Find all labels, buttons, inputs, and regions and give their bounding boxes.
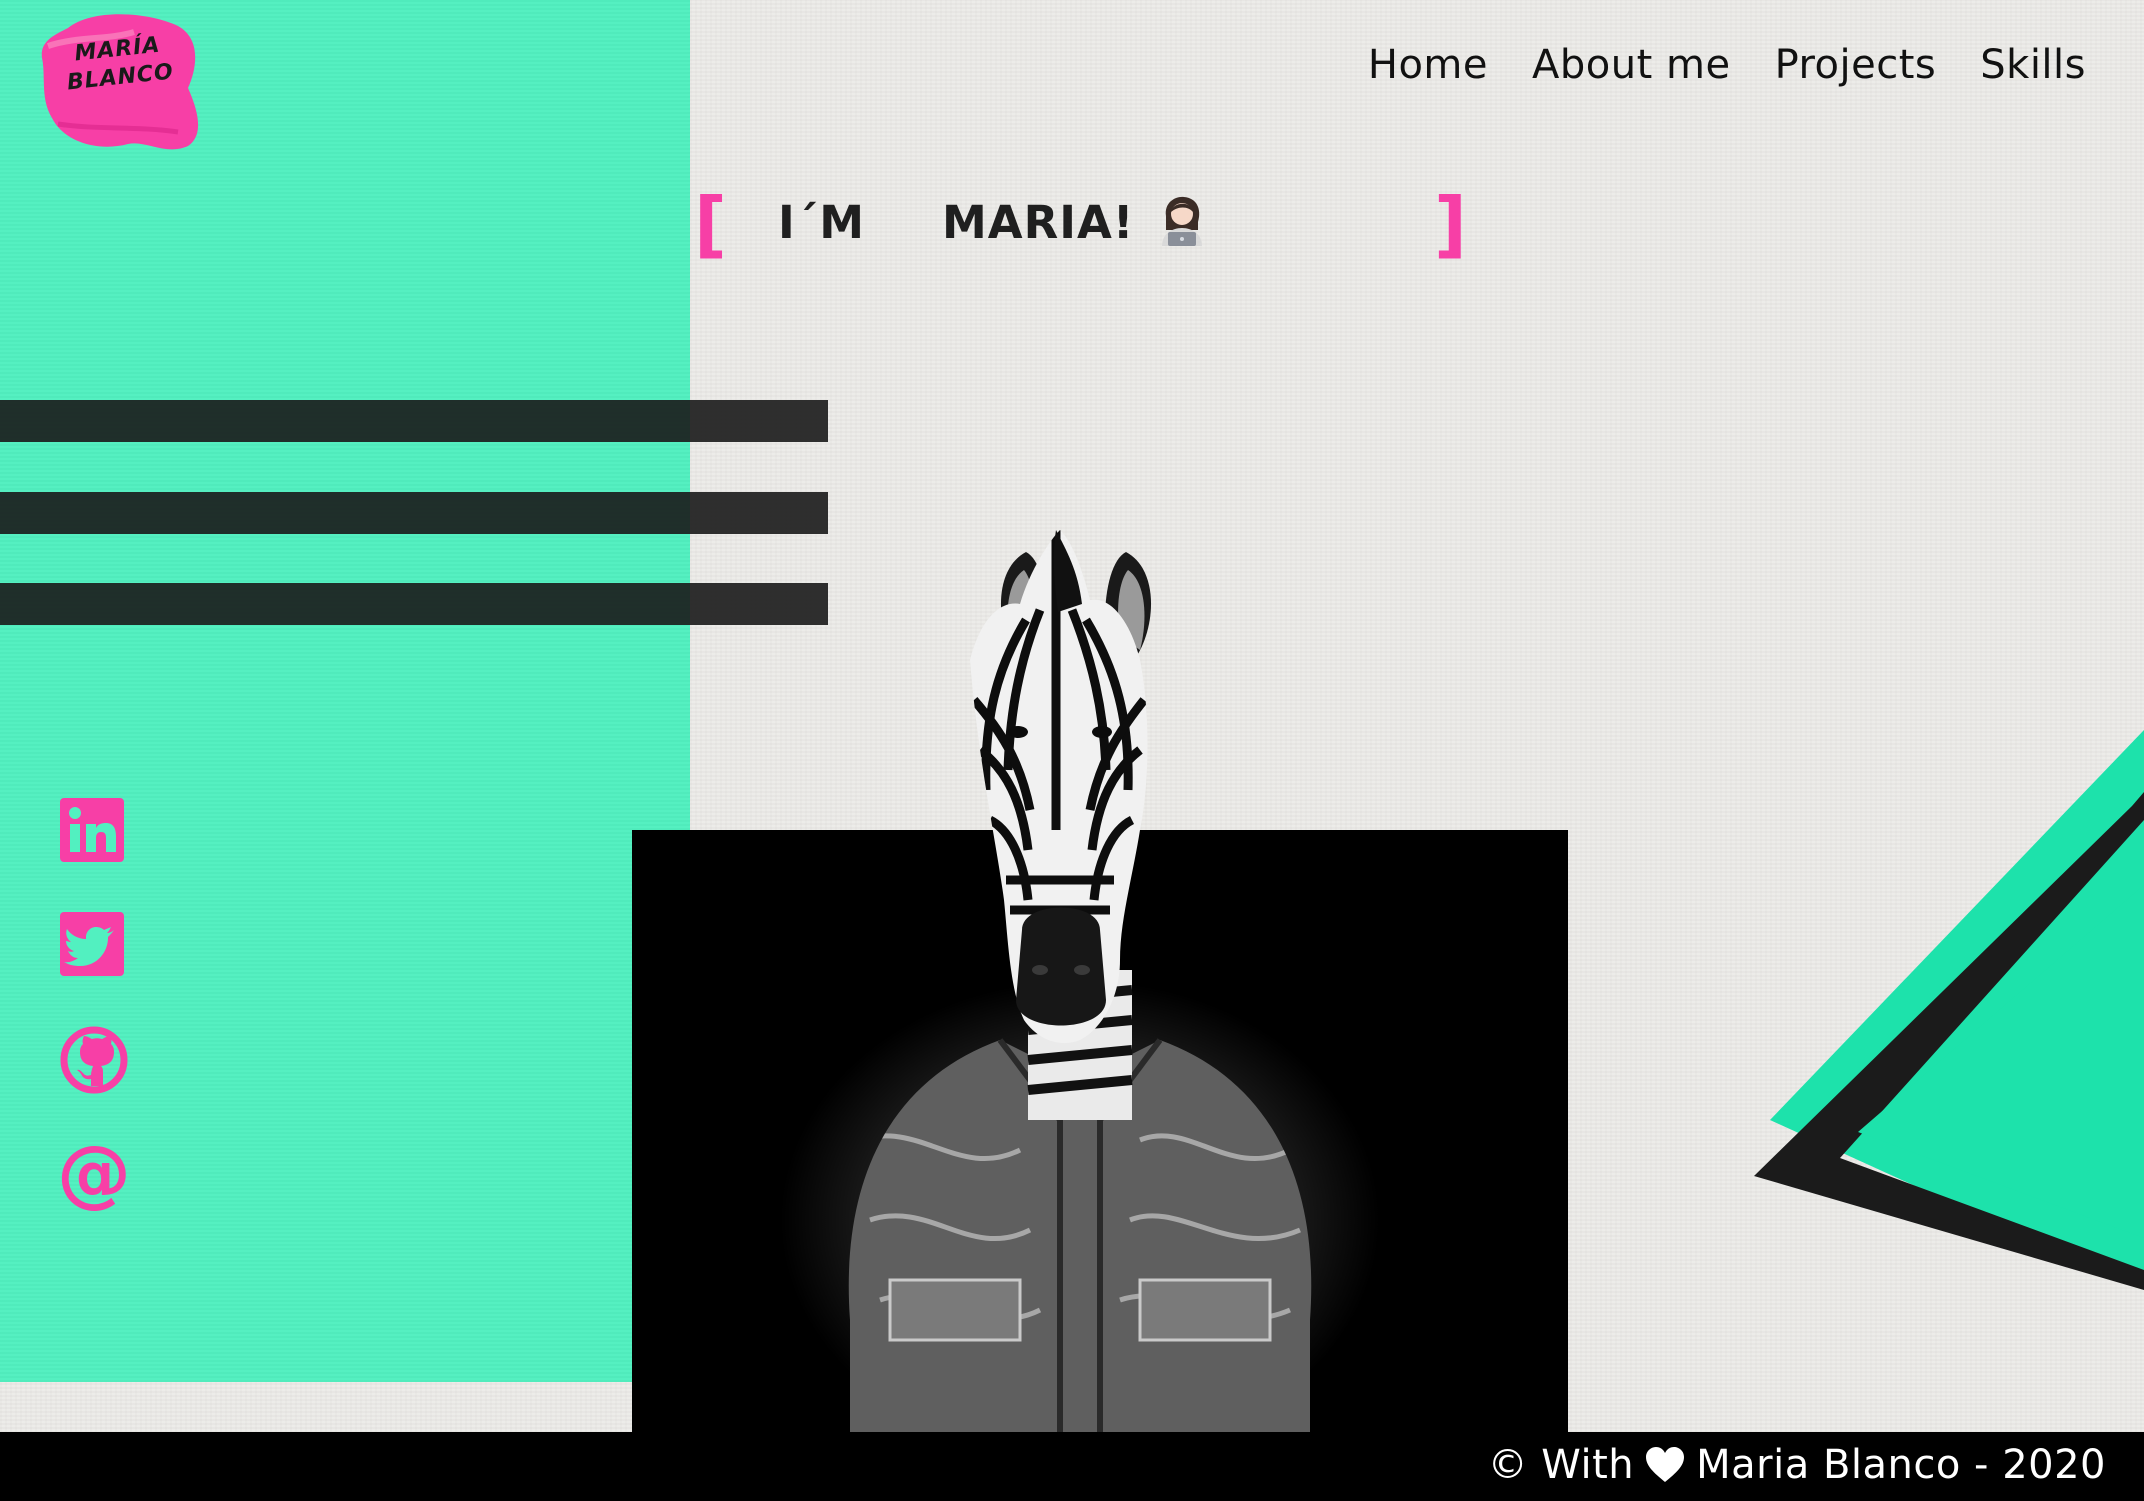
site-footer: © With Maria Blanco - 2020 [0,1432,2144,1501]
nav-skills[interactable]: Skills [1980,42,2086,88]
headline-word-2: MARIA! [942,196,1135,249]
zebra-portrait-image [780,530,1380,1432]
email-link[interactable]: @ [56,1130,132,1216]
nav-about-me[interactable]: About me [1532,42,1731,88]
decor-triangles [1754,730,2144,1290]
nav-home[interactable]: Home [1368,42,1488,88]
decor-stripe-1 [0,400,828,442]
footer-prefix: © With [1487,1442,1635,1488]
at-email-icon: @ [57,1130,131,1216]
linkedin-link[interactable] [56,794,132,870]
svg-text:@: @ [57,1136,131,1212]
footer-suffix: Maria Blanco - 2020 [1696,1442,2106,1488]
decor-stripe-3 [0,583,828,625]
bracket-close: ] [1434,182,1467,266]
headline-word-1: I´M [778,196,866,249]
woman-technologist-icon [1158,194,1206,246]
bracket-open: [ [694,182,727,266]
logo[interactable]: MARÍA BLANCO [38,6,200,154]
github-link[interactable] [56,1022,132,1098]
nav-projects[interactable]: Projects [1775,42,1937,88]
main-nav: Home About me Projects Skills [1368,42,2086,88]
twitter-icon [60,912,124,976]
github-icon [60,1026,128,1094]
heart-icon [1646,1447,1685,1482]
footer-credits: © With Maria Blanco - 2020 [1488,1442,2106,1488]
twitter-link[interactable] [56,908,132,984]
linkedin-icon [60,798,124,862]
decor-stripe-2 [0,492,828,534]
